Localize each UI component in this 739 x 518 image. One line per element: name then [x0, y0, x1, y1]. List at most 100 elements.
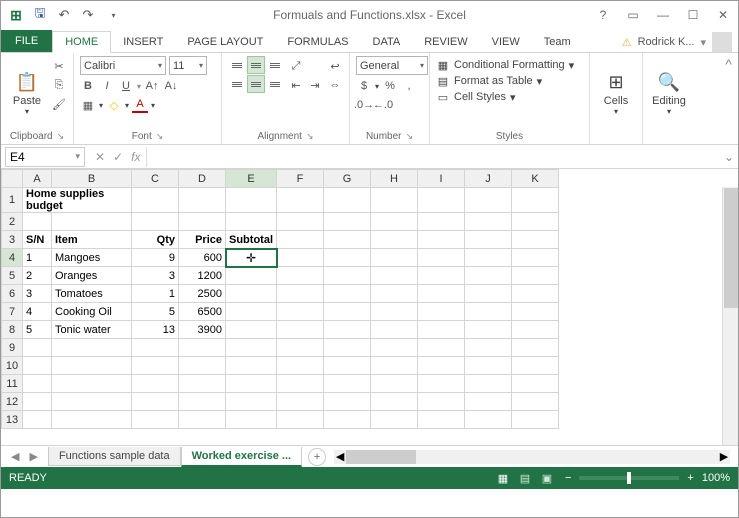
number-format-select[interactable]: General [356, 56, 428, 75]
fill-color-icon[interactable]: ◇ [106, 97, 122, 113]
font-size-select[interactable]: 11 [169, 56, 207, 75]
maximize-icon[interactable]: ☐ [678, 1, 708, 29]
zoom-out-icon[interactable]: − [565, 472, 571, 484]
number-launcher-icon[interactable]: ↘ [406, 131, 414, 142]
row-header[interactable]: 12 [2, 393, 23, 411]
expand-formula-bar-icon[interactable]: ⌄ [720, 150, 738, 164]
undo-icon[interactable]: ↶ [53, 4, 75, 26]
increase-decimal-icon[interactable]: .0→ [356, 97, 372, 113]
tab-formulas[interactable]: FORMULAS [275, 32, 360, 52]
add-sheet-button[interactable]: + [308, 448, 326, 466]
page-break-view-icon[interactable]: ▣ [537, 470, 557, 486]
align-bottom-left[interactable] [228, 75, 246, 93]
increase-font-icon[interactable]: A↑ [144, 78, 160, 94]
avatar[interactable] [712, 32, 732, 52]
border-icon[interactable]: ▦ [80, 97, 96, 113]
row-header[interactable]: 1 [2, 188, 23, 213]
row-header[interactable]: 11 [2, 375, 23, 393]
sheet-tab[interactable]: Functions sample data [48, 447, 181, 466]
cell[interactable]: Subtotal [226, 231, 277, 249]
horizontal-scrollbar[interactable]: ◀▶ [334, 450, 730, 464]
formula-input[interactable] [146, 147, 720, 167]
redo-icon[interactable]: ↷ [77, 4, 99, 26]
font-color-icon[interactable]: A [132, 97, 148, 113]
col-header[interactable]: B [52, 170, 132, 188]
clipboard-launcher-icon[interactable]: ↘ [57, 131, 65, 142]
bold-button[interactable]: B [80, 78, 96, 94]
conditional-formatting-button[interactable]: ▦Conditional Formatting ▾ [436, 58, 574, 72]
cell[interactable]: 9 [132, 249, 179, 267]
format-painter-icon[interactable]: 🖌 [51, 96, 67, 112]
enter-formula-icon[interactable]: ✓ [113, 150, 123, 164]
cell[interactable]: 1 [23, 249, 52, 267]
tab-data[interactable]: DATA [361, 32, 413, 52]
row-header[interactable]: 9 [2, 339, 23, 357]
editing-button[interactable]: 🔍 Editing ▾ [649, 56, 689, 129]
alignment-launcher-icon[interactable]: ↘ [306, 131, 314, 142]
tab-review[interactable]: REVIEW [412, 32, 479, 52]
cell[interactable]: Price [179, 231, 226, 249]
row-header[interactable]: 7 [2, 303, 23, 321]
font-name-select[interactable]: Calibri [80, 56, 166, 75]
decrease-font-icon[interactable]: A↓ [163, 78, 179, 94]
sheet-nav-next-icon[interactable]: ▶ [29, 450, 37, 463]
align-top-left[interactable] [228, 56, 246, 74]
align-top-center[interactable] [247, 56, 265, 74]
ribbon-options-icon[interactable]: ▭ [618, 1, 648, 29]
align-bottom-right[interactable] [266, 75, 284, 93]
col-header[interactable]: H [371, 170, 418, 188]
orientation-icon[interactable]: ⤢ [288, 58, 304, 74]
decrease-decimal-icon[interactable]: ←.0 [375, 97, 391, 113]
row-header[interactable]: 3 [2, 231, 23, 249]
tab-home[interactable]: HOME [52, 31, 111, 53]
cell[interactable]: Home supplies budget [23, 188, 132, 213]
cut-icon[interactable]: ✂ [51, 58, 67, 74]
tab-page-layout[interactable]: PAGE LAYOUT [175, 32, 275, 52]
page-layout-view-icon[interactable]: ▤ [515, 470, 535, 486]
italic-button[interactable]: I [99, 78, 115, 94]
cell-styles-button[interactable]: ▭Cell Styles ▾ [436, 90, 574, 104]
row-header[interactable]: 2 [2, 213, 23, 231]
row-header[interactable]: 5 [2, 267, 23, 285]
col-header[interactable]: D [179, 170, 226, 188]
col-header[interactable]: A [23, 170, 52, 188]
tab-team[interactable]: Team [532, 32, 583, 52]
merge-center-icon[interactable]: ⇔ [327, 77, 343, 93]
cell[interactable]: S/N [23, 231, 52, 249]
name-box[interactable]: E4▾ [5, 147, 85, 167]
row-header[interactable]: 10 [2, 357, 23, 375]
minimize-icon[interactable]: — [648, 1, 678, 29]
normal-view-icon[interactable]: ▦ [493, 470, 513, 486]
comma-format-icon[interactable]: , [401, 78, 417, 94]
col-header[interactable]: F [277, 170, 324, 188]
cells-button[interactable]: ⊞ Cells ▾ [596, 56, 636, 129]
tab-view[interactable]: VIEW [480, 32, 532, 52]
sheet-tab-active[interactable]: Worked exercise ... [181, 447, 302, 467]
col-header[interactable]: J [465, 170, 512, 188]
col-header[interactable]: G [324, 170, 371, 188]
increase-indent-icon[interactable]: ⇥ [307, 77, 323, 93]
zoom-in-icon[interactable]: + [687, 472, 693, 484]
tab-insert[interactable]: INSERT [111, 32, 175, 52]
copy-icon[interactable]: ⎘ [51, 77, 67, 93]
percent-format-icon[interactable]: % [382, 78, 398, 94]
row-header[interactable]: 6 [2, 285, 23, 303]
format-as-table-button[interactable]: ▤Format as Table ▾ [436, 74, 574, 88]
spreadsheet-grid[interactable]: A B C D E F G H I J K 1Home supplies bud… [1, 169, 738, 445]
close-icon[interactable]: ✕ [708, 1, 738, 29]
row-header[interactable]: 13 [2, 411, 23, 429]
col-header[interactable]: E [226, 170, 277, 188]
align-top-right[interactable] [266, 56, 284, 74]
save-icon[interactable]: 🖫 [29, 4, 51, 26]
col-header[interactable]: C [132, 170, 179, 188]
zoom-slider[interactable] [579, 476, 679, 480]
accounting-format-icon[interactable]: $ [356, 78, 372, 94]
font-launcher-icon[interactable]: ↘ [156, 131, 164, 142]
help-icon[interactable]: ? [588, 1, 618, 29]
paste-button[interactable]: 📋 Paste ▾ [7, 56, 47, 129]
vertical-scrollbar[interactable] [722, 187, 738, 445]
collapse-ribbon-icon[interactable]: ^ [719, 53, 738, 144]
align-bottom-center[interactable] [247, 75, 265, 93]
cancel-formula-icon[interactable]: ✕ [95, 150, 105, 164]
sheet-nav-prev-icon[interactable]: ◀ [11, 450, 19, 463]
